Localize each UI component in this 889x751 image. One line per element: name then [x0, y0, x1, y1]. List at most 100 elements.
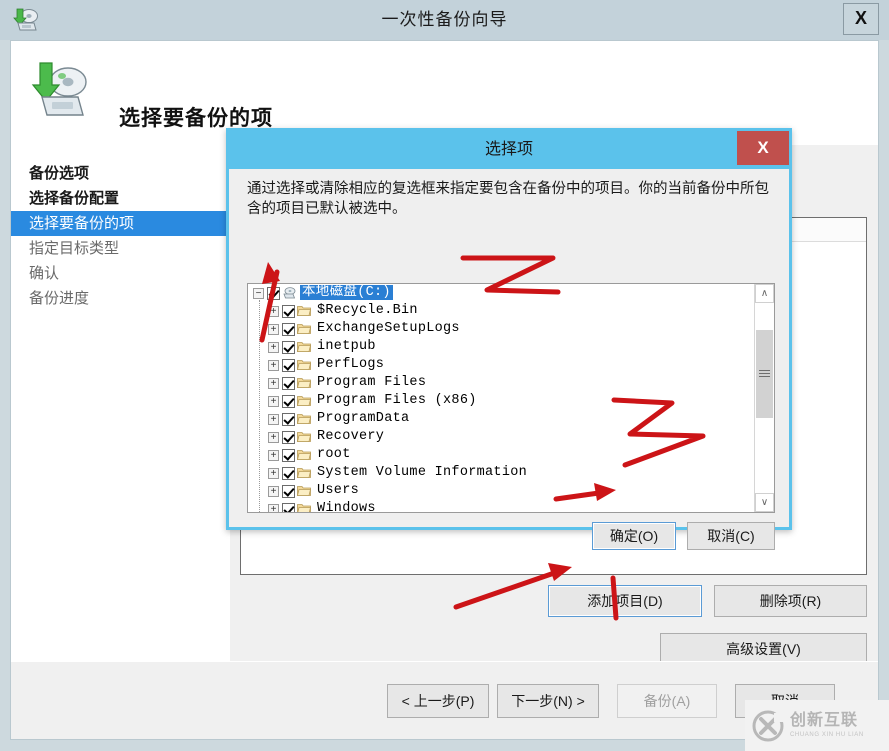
folder-icon [296, 431, 312, 443]
tree-row[interactable]: + PerfLogs [248, 356, 754, 374]
tree-row[interactable]: + Program Files (x86) [248, 392, 754, 410]
previous-button[interactable]: < 上一步(P) [387, 684, 489, 718]
tree-row-label: Windows [317, 501, 376, 512]
tree-row[interactable]: + Users [248, 482, 754, 500]
tree-expander-icon[interactable]: + [268, 323, 279, 335]
tree-checkbox[interactable] [282, 502, 295, 512]
dialog-cancel-button[interactable]: 取消(C) [687, 522, 775, 550]
scrollbar-thumb[interactable] [756, 330, 773, 418]
folder-icon [296, 323, 312, 335]
watermark-text-cn: 创新互联 [790, 712, 859, 729]
tree-expander-icon[interactable]: + [268, 449, 279, 461]
tree-row-label: PerfLogs [317, 357, 385, 372]
dialog-titlebar: 选择项 X [229, 131, 789, 169]
window-titlebar: 一次性备份向导 X [0, 0, 889, 40]
folder-icon [297, 503, 312, 512]
tree-row-label: System Volume Information [317, 465, 528, 480]
tree-row[interactable]: + $Recycle.Bin [248, 302, 754, 320]
tree-row-label: ProgramData [317, 411, 410, 426]
tree-checkbox[interactable] [282, 358, 295, 372]
tree-row-label: 本地磁盘(C:) [300, 285, 393, 300]
tree-row-label: $Recycle.Bin [317, 303, 418, 318]
close-icon[interactable]: X [843, 3, 879, 35]
select-items-dialog: 选择项 X 通过选择或清除相应的复选框来指定要包含在备份中的项目。你的当前备份中… [226, 128, 792, 550]
folder-icon [296, 413, 312, 425]
circle-x-logo-icon [751, 709, 785, 743]
tree-checkbox[interactable] [282, 484, 295, 498]
tree-checkbox[interactable] [282, 376, 295, 390]
tree-row[interactable]: + ProgramData [248, 410, 754, 428]
tree-row-label: Recovery [317, 429, 385, 444]
folder-icon [296, 305, 312, 317]
tree-row[interactable]: + Program Files [248, 374, 754, 392]
tree-checkbox[interactable] [282, 322, 295, 336]
folder-icon [296, 377, 312, 389]
remove-items-button[interactable]: 删除项(R) [714, 585, 867, 617]
drive-icon [282, 287, 296, 299]
tree-row[interactable]: + Recovery [248, 428, 754, 446]
tree-expander-icon[interactable]: + [268, 467, 279, 479]
sidebar-item-backup-options[interactable]: 备份选项 [11, 161, 229, 186]
dialog-body: 通过选择或清除相应的复选框来指定要包含在备份中的项目。你的当前备份中所包含的项目… [229, 169, 789, 550]
backup-disk-large-icon [29, 59, 91, 121]
dialog-title: 选择项 [484, 141, 533, 158]
sidebar-item-confirmation[interactable]: 确认 [11, 261, 229, 286]
tree-row-label: Program Files [317, 375, 427, 390]
scrollbar-grip-icon [759, 370, 770, 371]
scroll-up-icon[interactable]: ∧ [755, 284, 774, 303]
folder-icon [296, 359, 312, 371]
tree-row[interactable]: − 本地磁盘(C:) [248, 284, 754, 302]
tree-expander-icon[interactable]: − [253, 287, 264, 299]
tree-scroll-area: − 本地磁盘(C:) + $Recycle.Bin + ExchangeSetupLo… [248, 284, 754, 512]
add-items-button[interactable]: 添加项目(D) [548, 585, 702, 617]
backup-button: 备份(A) [617, 684, 717, 718]
watermark-text-en: CHUANG XIN HU LIAN [790, 732, 864, 738]
folder-icon [296, 467, 312, 479]
sidebar-item-destination-type[interactable]: 指定目标类型 [11, 236, 229, 261]
tree-expander-icon[interactable]: + [268, 305, 279, 317]
dialog-close-icon[interactable]: X [737, 131, 789, 165]
tree-row[interactable]: + System Volume Information [248, 464, 754, 482]
tree-checkbox[interactable] [282, 466, 295, 480]
window-title: 一次性备份向导 [381, 10, 508, 29]
tree-expander-icon[interactable]: + [268, 413, 279, 425]
tree-row-label: Users [317, 483, 360, 498]
tree-checkbox[interactable] [282, 430, 295, 444]
dialog-instructions: 通过选择或清除相应的复选框来指定要包含在备份中的项目。你的当前备份中所包含的项目… [247, 181, 769, 217]
tree-expander-icon[interactable]: + [268, 377, 279, 389]
tree-row[interactable]: + Windows [248, 500, 754, 512]
tree-expander-icon[interactable]: + [268, 485, 279, 497]
sidebar-item-backup-progress[interactable]: 备份进度 [11, 286, 229, 311]
tree-checkbox[interactable] [282, 448, 295, 462]
tree-row[interactable]: + inetpub [248, 338, 754, 356]
tree-checkbox[interactable] [282, 304, 295, 318]
watermark: 创新互联 CHUANG XIN HU LIAN [745, 700, 889, 751]
tree-checkbox[interactable] [282, 412, 295, 426]
tree-row[interactable]: + root [248, 446, 754, 464]
tree-checkbox[interactable] [282, 394, 295, 408]
tree-expander-icon[interactable]: + [268, 431, 279, 443]
backup-wizard-window: 一次性备份向导 X 选择要备份的项 备份选项 选择备份配置 选择要备份的项 指定… [0, 0, 889, 751]
folder-icon [296, 395, 312, 407]
next-button[interactable]: 下一步(N) > [497, 684, 599, 718]
wizard-sidebar: 备份选项 选择备份配置 选择要备份的项 指定目标类型 确认 备份进度 [11, 145, 229, 661]
items-tree-view[interactable]: − 本地磁盘(C:) + $Recycle.Bin + ExchangeSetupLo… [247, 283, 775, 513]
tree-checkbox[interactable] [282, 340, 295, 354]
scroll-down-icon[interactable]: ∨ [755, 493, 774, 512]
tree-row-label: Program Files (x86) [317, 393, 477, 408]
tree-expander-icon[interactable]: + [268, 395, 279, 407]
folder-icon [296, 485, 312, 497]
tree-expander-icon[interactable]: + [268, 503, 279, 512]
tree-row-label: inetpub [317, 339, 376, 354]
sidebar-item-select-items[interactable]: 选择要备份的项 [11, 211, 229, 236]
tree-checkbox[interactable] [267, 286, 280, 300]
tree-row[interactable]: + ExchangeSetupLogs [248, 320, 754, 338]
dialog-ok-button[interactable]: 确定(O) [592, 522, 676, 550]
tree-scrollbar[interactable]: ∧ ∨ [754, 284, 774, 512]
folder-icon [296, 341, 312, 353]
tree-expander-icon[interactable]: + [268, 359, 279, 371]
tree-expander-icon[interactable]: + [268, 341, 279, 353]
tree-row-label: ExchangeSetupLogs [317, 321, 460, 336]
folder-icon [296, 449, 312, 461]
sidebar-item-select-config[interactable]: 选择备份配置 [11, 186, 229, 211]
